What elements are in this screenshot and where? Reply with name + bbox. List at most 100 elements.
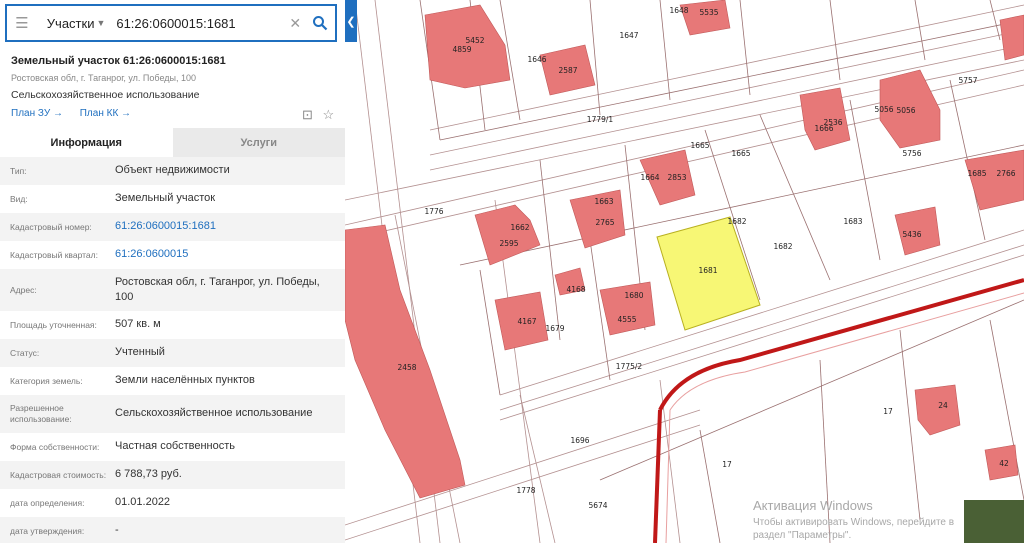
- parcel-label: 2765: [595, 218, 614, 227]
- parcel-label: 1666: [814, 124, 833, 133]
- info-row: Площадь уточненная: 507 кв. м: [0, 311, 345, 339]
- parcel-label: 2458: [397, 363, 416, 372]
- parcel-label: 1665: [690, 141, 709, 150]
- parcel-label: 42: [999, 459, 1009, 468]
- basemap-thumbnail[interactable]: [964, 500, 1024, 543]
- windows-activation-title: Активация Windows: [753, 498, 873, 513]
- parcel-label: 1778: [516, 486, 535, 495]
- info-row: Тип: Объект недвижимости: [0, 157, 345, 185]
- info-row: Адрес: Ростовская обл, г. Таганрог, ул. П…: [0, 269, 345, 311]
- parcel-label: 1681: [698, 266, 717, 275]
- clear-icon[interactable]: ✕: [285, 15, 305, 32]
- info-row: Категория земель: Земли населённых пункто…: [0, 367, 345, 395]
- menu-icon[interactable]: ☰: [7, 6, 37, 40]
- info-row-label: Кадастровый номер:: [10, 221, 92, 232]
- parcel-label: 5535: [699, 8, 718, 17]
- info-row: Вид: Земельный участок: [0, 185, 345, 213]
- object-address: Ростовская обл, г. Таганрог, ул. Победы,…: [11, 73, 197, 83]
- parcel-label: 1680: [624, 291, 643, 300]
- info-row: Статус: Учтенный: [0, 339, 345, 367]
- info-row-label: Кадастровый квартал:: [10, 249, 98, 260]
- parcel-label: 1685: [967, 169, 986, 178]
- parcel-label: 1664: [640, 173, 659, 182]
- info-row-value: 507 кв. м: [115, 318, 161, 331]
- windows-activation-text: Чтобы активировать Windows, перейдите в …: [753, 517, 955, 541]
- info-row: Разрешенное использование: Сельскохозяйст…: [0, 395, 345, 433]
- parcel-label: 1682: [773, 242, 792, 251]
- parcel-label: 1775/2: [616, 362, 643, 371]
- info-row-label: Кадастровая стоимость:: [10, 469, 107, 480]
- info-row-value[interactable]: 61:26:0600015: [115, 247, 345, 262]
- zoom-to-object-icon[interactable]: ⊡: [302, 107, 313, 122]
- info-row-label: дата определения:: [10, 497, 85, 508]
- search-input[interactable]: [112, 15, 286, 31]
- parcel-label: 2587: [558, 66, 577, 75]
- info-row-value: 01.01.2022: [115, 496, 171, 509]
- info-row: дата определения: 01.01.2022: [0, 489, 345, 517]
- parcel-label: 1662: [510, 223, 529, 232]
- info-row-value: Учтенный: [115, 346, 165, 359]
- parcel-label: 5452: [465, 36, 484, 45]
- parcel-label: 1665: [731, 149, 750, 158]
- parcel-label: 1647: [619, 31, 638, 40]
- info-row-label: Разрешенное использование:: [10, 403, 72, 424]
- info-row-label: Площадь уточненная:: [10, 319, 97, 330]
- parcel-label: 1776: [424, 207, 443, 216]
- info-row-value: Частная собственность: [115, 440, 236, 453]
- parcel-label: 5056: [896, 106, 915, 115]
- info-row-value: Сельскохозяйственное использование: [115, 407, 313, 420]
- object-title: Земельный участок 61:26:0600015:1681: [11, 55, 226, 67]
- search-bar: ☰ Участки ▼ ✕: [5, 4, 337, 42]
- favorite-star-icon[interactable]: ☆: [323, 107, 335, 122]
- parcel-label: 5757: [958, 76, 977, 85]
- parcel-label: 5674: [588, 501, 607, 510]
- info-row-label: Форма собственности:: [10, 441, 100, 452]
- parcel-label: 17: [722, 460, 732, 469]
- parcel-label: 1696: [570, 436, 589, 445]
- parcel-label: 4167: [517, 317, 536, 326]
- info-row-value[interactable]: 61:26:0600015:1681: [115, 219, 345, 234]
- parcel-label: 1682: [727, 217, 746, 226]
- tab-information[interactable]: Информация: [0, 128, 173, 157]
- info-row: Кадастровый номер: 61:26:0600015:1681: [0, 213, 345, 241]
- info-row-label: дата утверждения:: [10, 525, 85, 536]
- info-panel: ☰ Участки ▼ ✕ Земельный участок 61:26:06…: [0, 0, 345, 543]
- parcel-label: 1648: [669, 6, 688, 15]
- info-row-value: Объект недвижимости: [115, 164, 230, 177]
- info-row: Кадастровый квартал: 61:26:0600015: [0, 241, 345, 269]
- search-icon[interactable]: [305, 6, 335, 40]
- info-row-value: 6 788,73 руб.: [115, 468, 182, 481]
- cadastral-map[interactable]: 1779/1 1647 1648 5535 54524859 1646 2587 5757 16…: [345, 0, 1024, 543]
- info-row: Кадастровая стоимость: 6 788,73 руб.: [0, 461, 345, 489]
- object-usage: Сельскохозяйственное использование: [11, 89, 200, 101]
- parcel-label: 5056: [874, 105, 893, 114]
- parcel-label: 24: [938, 401, 948, 410]
- info-row-label: Вид:: [10, 193, 28, 204]
- collapse-panel-icon[interactable]: ❮: [345, 0, 357, 42]
- parcel-label: 4859: [452, 45, 471, 54]
- info-row-value: -: [115, 524, 119, 537]
- parcel-label: 1663: [594, 197, 613, 206]
- parcel-label: 5756: [902, 149, 921, 158]
- info-row-value: Земельный участок: [115, 192, 216, 205]
- plan-kk-link[interactable]: План КК →: [80, 108, 131, 119]
- info-row-label: Тип:: [10, 165, 27, 176]
- info-row-label: Категория земель:: [10, 375, 83, 386]
- info-table: Тип: Объект недвижимости Вид: Земельный уча…: [0, 157, 345, 543]
- parcel-label: 5436: [902, 230, 921, 239]
- chevron-down-icon[interactable]: ▼: [96, 18, 112, 28]
- plan-zu-link[interactable]: План ЗУ →: [11, 108, 63, 119]
- tab-services[interactable]: Услуги: [172, 128, 345, 157]
- info-row-value: Земли населённых пунктов: [115, 374, 255, 387]
- info-row: Форма собственности: Частная собственност…: [0, 433, 345, 461]
- parcel-label: 1683: [843, 217, 862, 226]
- parcel-label: 1779/1: [587, 115, 614, 124]
- parcel-label: 1679: [545, 324, 564, 333]
- search-category[interactable]: Участки: [37, 16, 97, 31]
- parcel-label: 1646: [527, 55, 546, 64]
- info-row-label: Статус:: [10, 347, 40, 358]
- parcel-label: 2766: [996, 169, 1015, 178]
- parcel-label: 2595: [499, 239, 518, 248]
- info-row-label: Адрес:: [10, 284, 37, 295]
- parcel-label: 4168: [566, 285, 585, 294]
